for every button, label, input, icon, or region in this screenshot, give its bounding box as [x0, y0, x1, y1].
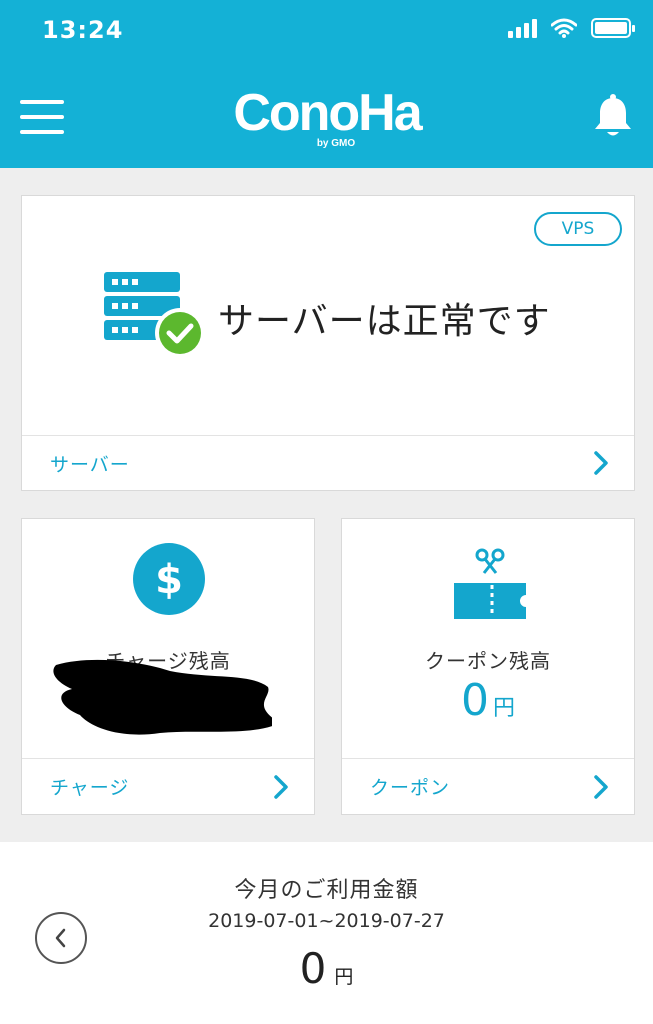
svg-text:$: $ — [155, 557, 183, 603]
coupon-balance-card: クーポン残高 0円 クーポン — [341, 518, 635, 815]
coupon-amount: 0円 — [342, 675, 634, 726]
usage-amount: 0円 — [0, 944, 653, 993]
charge-link-label: チャージ — [50, 777, 130, 799]
charge-link[interactable]: チャージ — [22, 758, 314, 814]
app-header: 13:24 ConoHa by GMO — [0, 0, 653, 168]
server-link[interactable]: サーバー — [22, 435, 634, 490]
previous-month-button[interactable] — [35, 912, 87, 964]
server-status-text: サーバーは正常です — [218, 301, 551, 342]
menu-button[interactable] — [20, 100, 64, 134]
usage-amount-unit: 円 — [334, 966, 354, 988]
wifi-icon — [551, 18, 577, 38]
hamburger-icon — [20, 100, 64, 104]
server-status-card: VPS サーバーは正常です サーバー — [21, 195, 635, 491]
coupon-amount-unit: 円 — [492, 696, 515, 721]
coupon-link-label: クーポン — [370, 777, 451, 799]
coupon-link[interactable]: クーポン — [342, 758, 634, 814]
bell-icon[interactable] — [591, 94, 635, 140]
usage-period: 2019-07-01~2019-07-27 — [208, 910, 445, 932]
server-link-label: サーバー — [50, 453, 130, 476]
chevron-right-icon — [274, 774, 288, 799]
dollar-icon: $ — [133, 543, 205, 615]
usage-amount-value: 0 — [299, 944, 327, 993]
signal-icon — [508, 18, 537, 38]
chevron-left-icon — [55, 928, 66, 948]
coupon-icon — [454, 548, 526, 619]
status-time: 13:24 — [42, 16, 124, 44]
coupon-title: クーポン残高 — [425, 649, 551, 673]
server-icon — [104, 272, 205, 358]
vps-badge: VPS — [534, 212, 622, 246]
check-icon — [155, 308, 205, 358]
logo-text: ConoHa — [233, 84, 423, 142]
battery-icon — [591, 18, 635, 38]
logo-sub: by GMO — [317, 138, 356, 149]
chevron-right-icon — [594, 451, 608, 475]
conoha-logo: ConoHa by GMO — [233, 84, 425, 149]
status-icons — [508, 18, 635, 38]
coupon-amount-value: 0 — [460, 675, 489, 726]
charge-balance-card: $ チャージ残高 チャージ — [21, 518, 315, 815]
usage-title: 今月のご利用金額 — [234, 878, 419, 903]
monthly-usage-panel: 今月のご利用金額 2019-07-01~2019-07-27 0円 — [0, 842, 653, 1024]
chevron-right-icon — [594, 774, 608, 799]
redaction-mark — [53, 659, 272, 735]
